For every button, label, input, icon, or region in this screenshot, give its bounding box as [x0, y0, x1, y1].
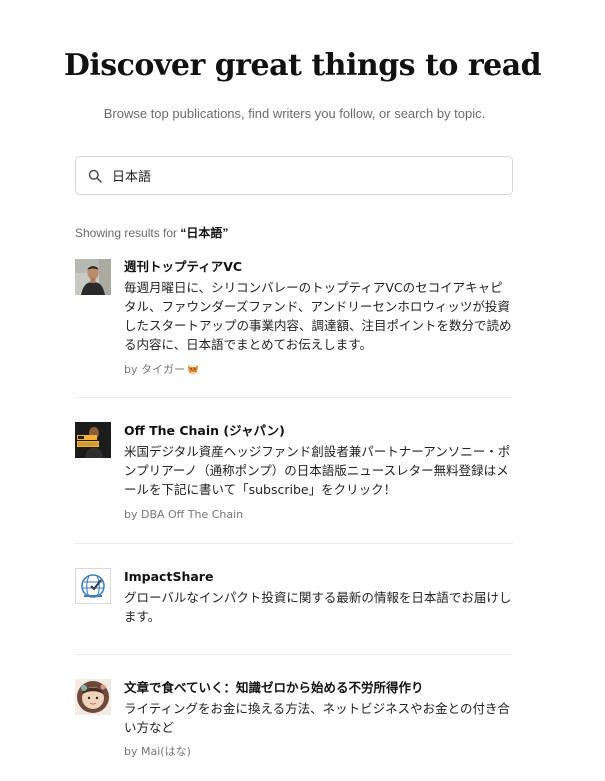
page-subtitle: Browse top publications, find writers yo…: [103, 106, 486, 121]
publication-description: 毎週月曜日に、シリコンバレーのトップティアVCのセコイアキャピタル、ファウンダー…: [124, 280, 512, 352]
search-icon: [88, 169, 102, 183]
publication-title[interactable]: 文章で食べていく：知識ゼロから始める不労所得作り: [124, 679, 513, 696]
search-input[interactable]: 日本語: [75, 156, 513, 195]
publication-title[interactable]: 週刊トップティアVC: [124, 258, 513, 275]
list-item[interactable]: Off The Chain (ジャパン) 米国デジタル資産ヘッジファンド創設者兼…: [75, 398, 513, 544]
publication-title[interactable]: Off The Chain (ジャパン): [124, 422, 513, 439]
avatar[interactable]: [75, 259, 111, 295]
search-query[interactable]: 日本語: [112, 166, 151, 185]
publication-author[interactable]: by DBA Off The Chain: [124, 507, 513, 522]
avatar[interactable]: [75, 568, 111, 604]
publication-author[interactable]: by Mai(はな): [124, 744, 513, 759]
publication-description: ライティングをお金に換える方法、ネットビジネスやお金との付き合い方など: [124, 701, 511, 735]
list-item[interactable]: 週刊トップティアVC 毎週月曜日に、シリコンバレーのトップティアVCのセコイアキ…: [75, 258, 513, 398]
publication-description: グローバルなインパクト投資に関する最新の情報を日本語でお届けします。: [124, 590, 512, 624]
results-query: “日本語”: [180, 226, 229, 240]
results-label: Showing results for “日本語”: [75, 224, 228, 241]
avatar[interactable]: [75, 679, 111, 715]
author-name[interactable]: by タイガー: [124, 363, 185, 376]
publication-list: 週刊トップティアVC 毎週月曜日に、シリコンバレーのトップティアVCのセコイアキ…: [75, 258, 513, 775]
page-title: Discover great things to read: [63, 48, 542, 83]
publication-author[interactable]: by タイガー: [124, 362, 513, 377]
tiger-emoji-icon: [187, 363, 199, 375]
list-item[interactable]: ImpactShare グローバルなインパクト投資に関する最新の情報を日本語でお…: [75, 544, 513, 655]
results-prefix: Showing results for: [75, 226, 181, 240]
list-item[interactable]: 文章で食べていく：知識ゼロから始める不労所得作り ライティングをお金に換える方法…: [75, 655, 513, 775]
publication-title[interactable]: ImpactShare: [124, 568, 513, 585]
publication-description: 米国デジタル資産ヘッジファンド創設者兼パートナーアンソニー・ポンプリアーノ（通称…: [124, 444, 511, 497]
avatar[interactable]: [75, 422, 111, 458]
